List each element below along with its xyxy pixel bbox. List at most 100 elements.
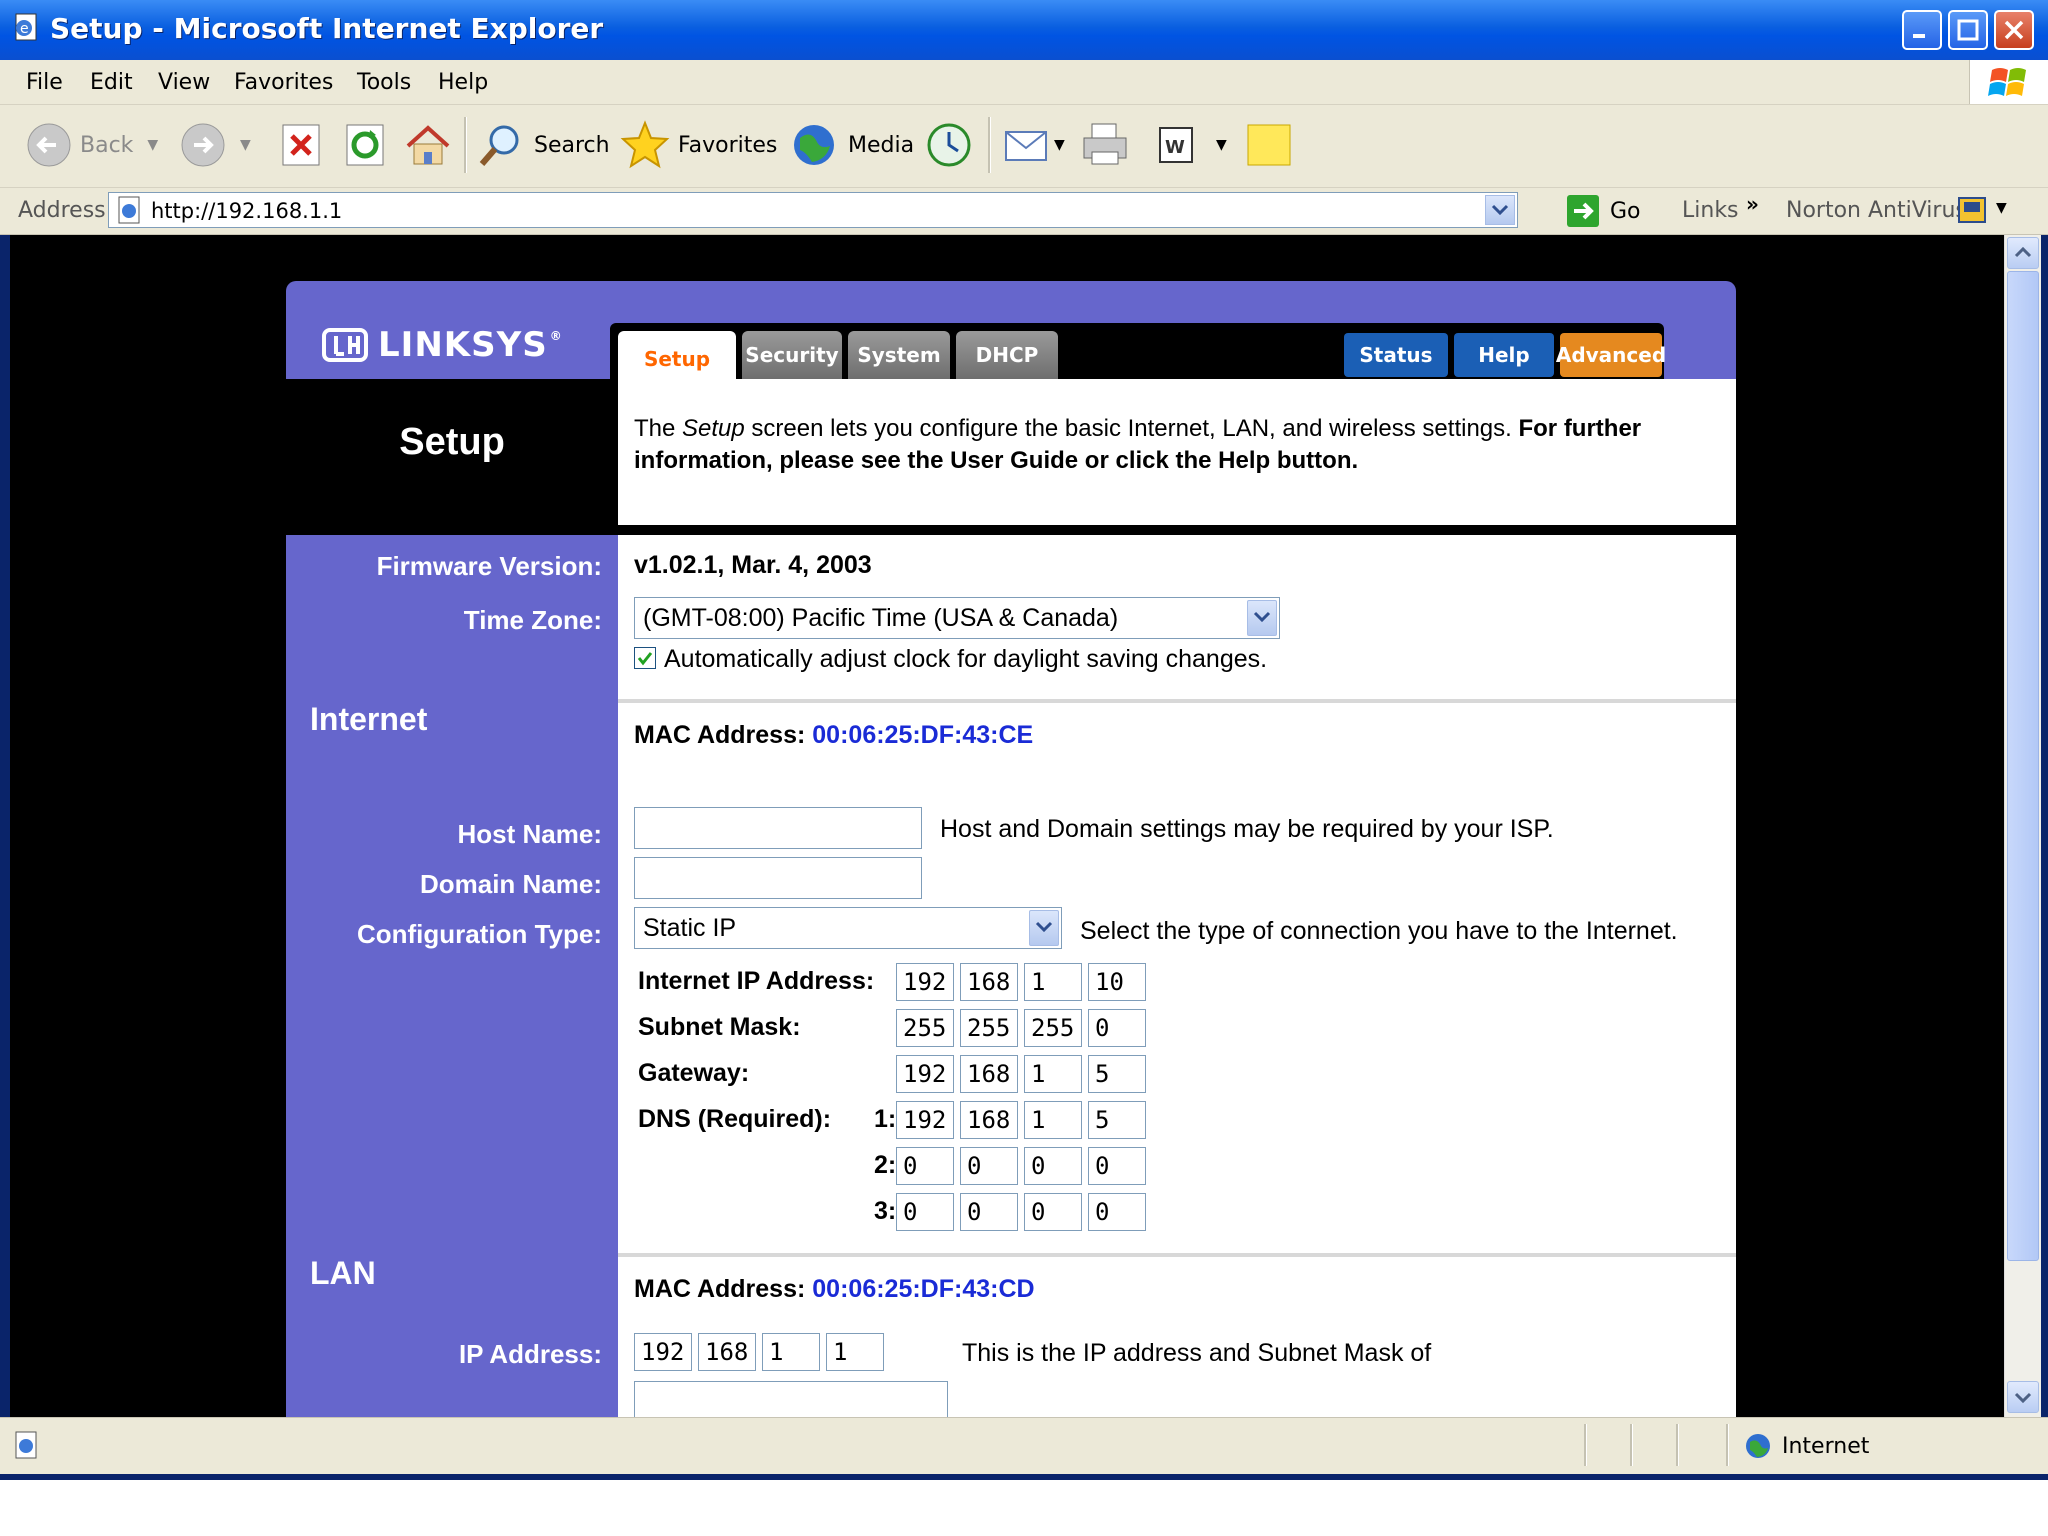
print-button[interactable] [1080,119,1130,171]
mail-envelope-icon [1005,131,1047,161]
dns3-octet-2[interactable]: 0 [960,1193,1018,1231]
links-button[interactable]: Links [1682,198,1739,223]
menu-favorites[interactable]: Favorites [234,70,333,95]
internet-ip-octet-2[interactable]: 168 [960,963,1018,1001]
firmware-version-label: Firmware Version: [376,551,602,581]
edit-button[interactable]: W ▼ [1156,119,1227,171]
tab-help[interactable]: Help [1454,333,1554,377]
domain-name-input[interactable] [634,857,922,899]
forward-button[interactable]: ▼ [180,119,251,171]
status-cell-divider [1630,1424,1633,1466]
page-title: Setup [399,421,505,463]
dns1-octet-3[interactable]: 1 [1024,1101,1082,1139]
norton-icon[interactable] [1956,194,1988,226]
internet-ip-octet-1[interactable]: 192 [896,963,954,1001]
stop-icon [282,124,320,166]
dns2-octet-4[interactable]: 0 [1088,1147,1146,1185]
menu-tools[interactable]: Tools [357,70,411,95]
favorites-button[interactable]: Favorites [620,119,777,171]
refresh-button[interactable] [344,119,386,171]
address-bar: Address http://192.168.1.1 Go Links » No… [0,188,2048,235]
status-cell-divider [1726,1424,1729,1466]
scroll-down-button[interactable] [2007,1381,2039,1413]
subnet-mask-octet-4[interactable]: 0 [1088,1009,1146,1047]
gateway-octet-1[interactable]: 192 [896,1055,954,1093]
time-zone-select[interactable]: (GMT-08:00) Pacific Time (USA & Canada) [634,597,1280,639]
host-name-input[interactable] [634,807,922,849]
label-column: Firmware Version: Time Zone: Internet Ho… [286,535,618,1417]
dns3-octet-3[interactable]: 0 [1024,1193,1082,1231]
mail-button[interactable]: ▼ [1002,119,1065,171]
domain-name-label: Domain Name: [419,869,602,899]
vertical-scrollbar[interactable] [2004,235,2041,1417]
chevron-right-double-icon[interactable]: » [1746,192,1759,216]
window-title: Setup - Microsoft Internet Explorer [50,12,604,45]
dns1-octet-1[interactable]: 192 [896,1101,954,1139]
dns2-octet-1[interactable]: 0 [896,1147,954,1185]
tab-security[interactable]: Security [742,331,842,379]
lan-ip-octet-4[interactable]: 1 [826,1333,884,1371]
address-input[interactable]: http://192.168.1.1 [108,192,1518,228]
close-icon [2004,20,2024,40]
daylight-saving-checkbox[interactable] [634,647,656,669]
gateway-octet-2[interactable]: 168 [960,1055,1018,1093]
time-zone-dropdown-button[interactable] [1247,600,1277,636]
intro-text: The Setup screen lets you configure the … [634,415,1642,474]
lan-ip-octet-3[interactable]: 1 [762,1333,820,1371]
back-button[interactable]: Back ▼ [26,119,158,171]
dns1-octet-4[interactable]: 5 [1088,1101,1146,1139]
lan-ip-octet-2[interactable]: 168 [698,1333,756,1371]
minimize-icon [1913,34,1925,38]
configuration-type-select[interactable]: Static IP [634,907,1062,949]
tab-system[interactable]: System [848,331,950,379]
media-button[interactable]: Media [790,119,914,171]
gateway-octet-3[interactable]: 1 [1024,1055,1082,1093]
checkmark-icon [637,652,653,666]
forward-dropdown-icon: ▼ [240,137,251,153]
menu-edit[interactable]: Edit [90,70,133,95]
dns2-octet-3[interactable]: 0 [1024,1147,1082,1185]
search-button[interactable]: Search [476,119,610,171]
close-window-button[interactable] [1994,10,2034,50]
form-column: v1.02.1, Mar. 4, 2003 (GMT-08:00) Pacifi… [618,535,1736,1417]
dns2-octet-2[interactable]: 0 [960,1147,1018,1185]
dns3-octet-1[interactable]: 0 [896,1193,954,1231]
norton-dropdown-icon[interactable]: ▼ [1996,200,2007,216]
address-dropdown-button[interactable] [1485,195,1515,225]
subnet-mask-octet-2[interactable]: 255 [960,1009,1018,1047]
dns3-label: 3: [874,1197,897,1225]
home-button[interactable] [404,119,452,171]
chevron-down-icon [1491,204,1509,216]
messenger-note-button[interactable] [1246,119,1294,171]
history-button[interactable] [924,119,974,171]
menu-help[interactable]: Help [438,70,488,95]
subnet-mask-octet-1[interactable]: 255 [896,1009,954,1047]
tab-advanced[interactable]: Advanced [1556,333,1666,377]
minimize-button[interactable] [1902,10,1942,50]
internet-ip-octet-4[interactable]: 10 [1088,963,1146,1001]
tab-status[interactable]: Status [1344,333,1448,377]
configuration-type-dropdown-button[interactable] [1029,910,1059,946]
internet-ip-octet-3[interactable]: 1 [1024,963,1082,1001]
subnet-mask-octet-3[interactable]: 255 [1024,1009,1082,1047]
linksys-header: LINKSYS ® Setup Security System DHCP Sta… [286,281,1736,387]
gateway-octet-4[interactable]: 5 [1088,1055,1146,1093]
browser-window: e Setup - Microsoft Internet Explorer Fi… [0,0,2048,1480]
scroll-up-button[interactable] [2007,237,2039,269]
scroll-thumb[interactable] [2007,271,2039,1261]
dns1-label: 1: [874,1105,897,1133]
lan-subnet-mask-select[interactable] [634,1381,948,1417]
lan-ip-octet-1[interactable]: 192 [634,1333,692,1371]
menu-view[interactable]: View [158,70,210,95]
menu-file[interactable]: File [26,70,63,95]
dns3-octet-4[interactable]: 0 [1088,1193,1146,1231]
tab-dhcp[interactable]: DHCP [956,331,1058,379]
stop-button[interactable] [280,119,322,171]
go-button[interactable]: Go [1566,194,1641,228]
maximize-button[interactable] [1948,10,1988,50]
svg-text:e: e [20,21,29,37]
norton-antivirus-button[interactable]: Norton AntiVirus [1786,198,1967,223]
firmware-version-value: v1.02.1, Mar. 4, 2003 [634,551,872,579]
chevron-up-icon [2014,246,2032,258]
dns1-octet-2[interactable]: 168 [960,1101,1018,1139]
